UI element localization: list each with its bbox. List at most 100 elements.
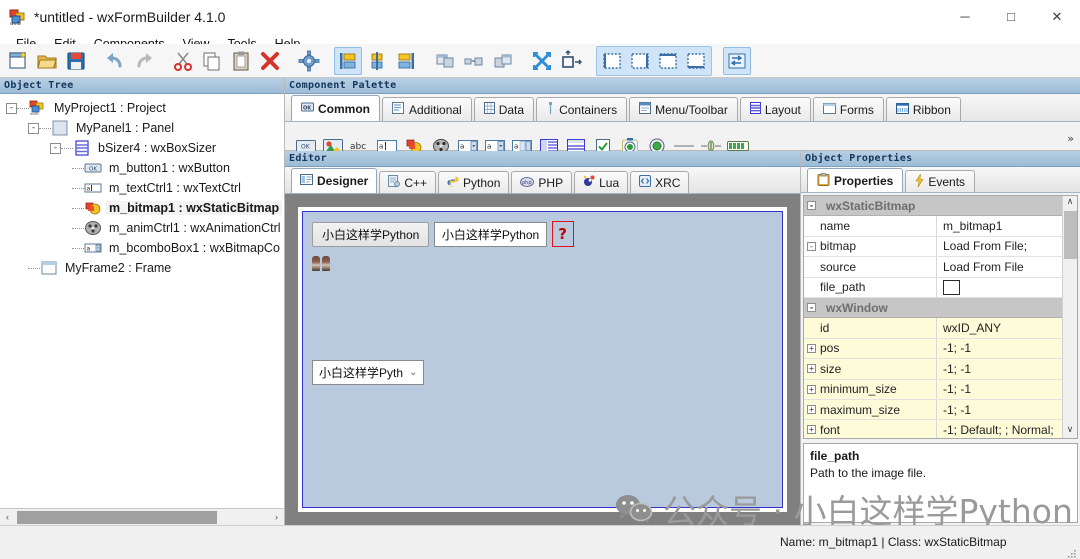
close-button[interactable]: ✕ bbox=[1034, 0, 1080, 33]
cut-icon[interactable] bbox=[169, 47, 197, 75]
save-project-icon[interactable] bbox=[62, 47, 90, 75]
scroll-down-arrow[interactable]: ∨ bbox=[1063, 424, 1077, 438]
editor-tab-designer[interactable]: Designer bbox=[291, 168, 378, 193]
tree-node-mypanel1[interactable]: - MyPanel1 : Panel bbox=[0, 118, 284, 138]
property-row-id[interactable]: id wxID_ANY bbox=[804, 318, 1062, 339]
scroll-up-arrow[interactable]: ∧ bbox=[1063, 196, 1077, 210]
canvas-wxstaticbitmap-m-bitmap1[interactable]: ? bbox=[551, 221, 574, 247]
align-left-icon[interactable] bbox=[334, 46, 362, 75]
properties-grid[interactable]: - wxStaticBitmap name m_bitmap1 - bitmap bbox=[804, 196, 1062, 438]
property-value-cell[interactable]: -1; -1 bbox=[937, 338, 1062, 359]
property-row-pos[interactable]: + pos -1; -1 bbox=[804, 338, 1062, 360]
tree-node-myframe2[interactable]: MyFrame2 : Frame bbox=[0, 258, 284, 278]
new-project-icon[interactable] bbox=[4, 47, 32, 75]
editor-tab-python[interactable]: Python bbox=[438, 171, 510, 193]
canvas-wxtextctrl-m-textctrl1[interactable]: 小白这样学Python bbox=[433, 222, 548, 247]
tree-expander[interactable]: - bbox=[28, 122, 39, 134]
palette-tab-containers[interactable]: Containers bbox=[536, 97, 628, 121]
tree-node-myproject1[interactable]: - wxfb MyProject1 : Project bbox=[0, 98, 284, 118]
object-tree-body[interactable]: - wxfb MyProject1 : Project - MyPanel1:… bbox=[0, 94, 284, 508]
palette-tab-layout[interactable]: Layout bbox=[739, 97, 811, 121]
palette-tab-additional[interactable]: Additional bbox=[382, 97, 472, 121]
property-value-cell[interactable]: -1; -1 bbox=[937, 359, 1062, 379]
properties-tab[interactable]: Properties bbox=[807, 168, 904, 192]
property-row-source[interactable]: source Load From File bbox=[804, 257, 1062, 278]
category-expander[interactable]: - bbox=[807, 303, 816, 313]
scroll-right-arrow[interactable]: › bbox=[269, 512, 284, 522]
align-bottom-icon[interactable] bbox=[489, 47, 517, 75]
property-row-font[interactable]: + font -1; Default; ; Normal; bbox=[804, 420, 1062, 438]
canvas-wxbitmapcombobox-m-bcombobox1[interactable]: 小白这样学Pyth ⌄ bbox=[312, 360, 425, 385]
palette-tab-menutoolbar[interactable]: Menu/Toolbar bbox=[629, 97, 738, 121]
tree-node-m-animctrl1[interactable]: m_animCtrl1 : wxAnimationCtrl bbox=[0, 218, 284, 238]
property-expander[interactable]: + bbox=[807, 343, 816, 353]
tree-node-m-bcombobox1[interactable]: a m_bcomboBox1 : wxBitmapCo bbox=[0, 238, 284, 258]
align-right-icon[interactable] bbox=[392, 47, 420, 75]
border-right-icon[interactable] bbox=[626, 47, 654, 75]
property-expander[interactable]: - bbox=[807, 241, 816, 251]
editor-tab-lua[interactable]: Lua bbox=[574, 171, 629, 193]
file-path-input[interactable] bbox=[943, 279, 960, 295]
property-row-name[interactable]: name m_bitmap1 bbox=[804, 216, 1062, 237]
redo-icon[interactable] bbox=[130, 47, 158, 75]
canvas-wxbutton-m-button1[interactable]: 小白这样学Python bbox=[312, 222, 430, 247]
expand-icon[interactable] bbox=[528, 47, 556, 75]
form-panel-mypanel1[interactable]: 小白这样学Python 小白这样学Python ? 小白这样学Pyth ⌄ bbox=[302, 211, 783, 508]
property-row-file-path[interactable]: file_path bbox=[804, 277, 1062, 298]
object-tree-hscrollbar[interactable]: ‹ › bbox=[0, 508, 284, 525]
align-center-vert-icon[interactable] bbox=[460, 47, 488, 75]
tree-node-m-textctrl1[interactable]: a m_textCtrl1 : wxTextCtrl bbox=[0, 178, 284, 198]
maximize-button[interactable]: □ bbox=[988, 0, 1034, 33]
property-expander[interactable]: + bbox=[807, 405, 816, 415]
editor-tab-php[interactable]: php PHP bbox=[511, 171, 573, 193]
copy-icon[interactable] bbox=[198, 47, 226, 75]
border-bottom-icon[interactable] bbox=[682, 47, 710, 75]
tree-expander[interactable]: - bbox=[50, 142, 61, 154]
palette-tab-ribbon[interactable]: Ribbon bbox=[885, 97, 961, 121]
align-center-horiz-icon[interactable] bbox=[363, 47, 391, 75]
property-value-cell[interactable]: Load From File bbox=[937, 257, 1062, 276]
editor-tab-xrc[interactable]: XRC bbox=[630, 171, 690, 193]
palette-tab-common[interactable]: OK Common bbox=[291, 95, 380, 121]
property-value-cell[interactable]: Load From File; bbox=[937, 237, 1062, 256]
border-top-icon[interactable] bbox=[654, 47, 682, 75]
property-value-cell[interactable]: m_bitmap1 bbox=[937, 216, 1062, 235]
property-value-cell[interactable] bbox=[937, 278, 1062, 297]
palette-tab-forms[interactable]: Forms bbox=[812, 97, 884, 121]
tree-node-m-bitmap1[interactable]: m_bitmap1 : wxStaticBitmap bbox=[0, 198, 284, 218]
properties-vscrollbar[interactable]: ∧ ∨ bbox=[1062, 196, 1077, 438]
palette-more-chevron[interactable]: » bbox=[1067, 132, 1074, 145]
chevron-down-icon[interactable]: ⌄ bbox=[409, 367, 417, 378]
property-expander[interactable]: + bbox=[807, 425, 816, 435]
swap-orientation-icon[interactable] bbox=[723, 46, 751, 75]
tree-node-bsizer4[interactable]: - bSizer4 : wxBoxSizer bbox=[0, 138, 284, 158]
property-row-minimum-size[interactable]: + minimum_size -1; -1 bbox=[804, 379, 1062, 400]
open-project-icon[interactable] bbox=[33, 47, 61, 75]
property-row-size[interactable]: + size -1; -1 bbox=[804, 359, 1062, 380]
palette-tab-data[interactable]: Data bbox=[473, 97, 535, 121]
property-category-wxwindow[interactable]: - wxWindow bbox=[804, 297, 1062, 319]
stretch-icon[interactable] bbox=[557, 47, 585, 75]
scroll-thumb[interactable] bbox=[1064, 211, 1077, 259]
undo-icon[interactable] bbox=[101, 47, 129, 75]
delete-icon[interactable] bbox=[256, 47, 284, 75]
property-row-bitmap[interactable]: - bitmap Load From File; bbox=[804, 236, 1062, 258]
resize-grip[interactable] bbox=[1067, 546, 1077, 558]
scroll-thumb[interactable] bbox=[17, 510, 217, 524]
scroll-track[interactable] bbox=[15, 509, 269, 525]
align-top-icon[interactable] bbox=[431, 47, 459, 75]
property-value-cell[interactable]: wxID_ANY bbox=[937, 318, 1062, 338]
property-expander[interactable]: + bbox=[807, 364, 816, 374]
minimize-button[interactable]: ─ bbox=[942, 0, 988, 33]
designer-canvas[interactable]: 小白这样学Python 小白这样学Python ? 小白这样学Pyth ⌄ bbox=[285, 194, 800, 525]
property-row-maximum-size[interactable]: + maximum_size -1; -1 bbox=[804, 399, 1062, 421]
paste-icon[interactable] bbox=[227, 47, 255, 75]
property-expander[interactable]: + bbox=[807, 384, 816, 394]
tree-node-m-button1[interactable]: OK m_button1 : wxButton bbox=[0, 158, 284, 178]
property-value-cell[interactable]: -1; -1 bbox=[937, 399, 1062, 420]
editor-tab-cpp[interactable]: C++ bbox=[379, 171, 437, 193]
events-tab[interactable]: Events bbox=[905, 170, 976, 192]
property-category-wxstaticbitmap[interactable]: - wxStaticBitmap bbox=[804, 196, 1062, 217]
scroll-left-arrow[interactable]: ‹ bbox=[0, 512, 15, 522]
border-left-icon[interactable] bbox=[598, 47, 626, 75]
